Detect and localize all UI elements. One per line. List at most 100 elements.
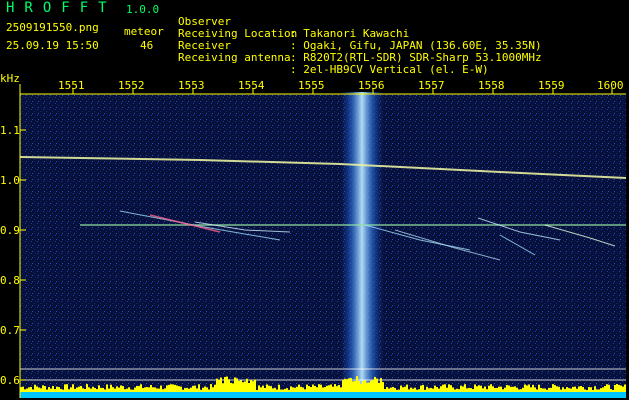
spectrum-bar	[64, 384, 66, 392]
spectrum-bar	[528, 384, 530, 392]
spectrum-bar	[542, 388, 544, 392]
spectrum-bar	[322, 387, 324, 392]
spectrum-bar	[440, 386, 442, 392]
spectrum-bar	[26, 388, 28, 392]
spectrum-bar	[292, 387, 294, 392]
x-tick: 1555	[298, 79, 325, 94]
spectrum-bar	[68, 389, 70, 392]
spectrum-bar	[506, 385, 508, 392]
spectrum-bar	[364, 380, 366, 392]
spectrum-bar	[228, 379, 230, 392]
spectrum-bar	[38, 387, 40, 392]
spectrum-bar	[352, 381, 354, 392]
spectrum-bar	[594, 386, 596, 392]
spectrum-bar	[298, 384, 300, 392]
spectrum-bar	[564, 389, 566, 392]
x-tick: 1553	[178, 79, 205, 94]
x-tick-label: 1555	[298, 79, 325, 92]
spectrum-bar	[460, 385, 462, 392]
spectrum-bar	[378, 382, 380, 392]
spectrum-bar	[300, 386, 302, 392]
spectrum-bar	[198, 384, 200, 392]
spectrum-bar	[338, 385, 340, 392]
spectrum-bar	[504, 387, 506, 392]
spectrum-bar	[414, 387, 416, 392]
spectrum-bar	[332, 386, 334, 392]
spectrum-bar	[390, 387, 392, 392]
spectrum-bar	[616, 384, 618, 392]
spectrum-bar	[186, 387, 188, 392]
spectrum-bar	[96, 389, 98, 392]
spectrum-bar	[102, 387, 104, 392]
spectrum-bar	[488, 385, 490, 392]
spectrum-bar	[62, 389, 64, 392]
spectrum-bar	[366, 382, 368, 392]
spectrum-bar	[52, 385, 54, 392]
spectrum-bar	[162, 389, 164, 392]
spectrum-bar	[592, 389, 594, 392]
spectrum-bar	[88, 387, 90, 392]
spectrum-bar	[308, 386, 310, 392]
spectrum-bar	[394, 388, 396, 392]
spectrum-bar	[510, 386, 512, 392]
spectrum-bar	[166, 385, 168, 392]
spectrum-bar	[316, 387, 318, 392]
spectrum-bar	[200, 389, 202, 392]
spectrum-bar	[112, 387, 114, 392]
spectrum-bar	[136, 385, 138, 392]
spectrum-bar	[100, 387, 102, 392]
x-tick-label: 1557	[418, 79, 445, 92]
spectrum-bar	[124, 389, 126, 392]
spectrum-bar	[32, 389, 34, 392]
spectrum-bar	[522, 387, 524, 392]
spectrum-bar	[420, 385, 422, 392]
spectrum-bar	[374, 376, 376, 392]
spectrum-bar	[574, 386, 576, 392]
spectrum-bar	[428, 388, 430, 392]
spectrum-bar	[92, 386, 94, 392]
spectrum-bar	[174, 384, 176, 392]
spectrum-bar	[24, 389, 26, 392]
spectrum-bar	[612, 389, 614, 392]
spectrum-bar	[340, 387, 342, 392]
x-tick-label: 1551	[58, 79, 85, 92]
spectrum-bar	[418, 389, 420, 392]
spectrum-bar	[258, 385, 260, 392]
spectrum-bar	[118, 387, 120, 392]
spectrum-bar	[252, 381, 254, 392]
spectrum-bar	[568, 388, 570, 392]
spectrum-bar	[214, 384, 216, 392]
x-tick: 1556	[358, 79, 385, 94]
spectrum-bar	[620, 385, 622, 392]
spectrum-bar	[584, 389, 586, 392]
spectrum-bar	[422, 384, 424, 392]
spectrum-bar	[548, 387, 550, 392]
waterfall-window: HROFFT 1.0.0 2509191550.png 25.09.19 15:…	[0, 0, 629, 400]
spectrum-bar	[132, 389, 134, 392]
spectrum-bar	[408, 389, 410, 392]
spectrum-bar	[56, 386, 58, 392]
spectrum-bar	[116, 386, 118, 392]
spectrum-bar	[324, 387, 326, 392]
spectrum-bar	[40, 388, 42, 392]
spectrum-bar	[84, 388, 86, 392]
spectrum-bar	[372, 379, 374, 392]
spectrum-bar	[472, 389, 474, 392]
x-tick: 1552	[118, 79, 145, 94]
spectrum-bar	[246, 378, 248, 392]
spectrum-bar	[502, 389, 504, 392]
spectrum-bar	[484, 386, 486, 392]
spectrum-bar	[458, 389, 460, 392]
spectrum-bar	[288, 389, 290, 392]
spectrum-bar	[30, 386, 32, 392]
spectrum-bar	[294, 387, 296, 392]
spectrum-bar	[86, 384, 88, 392]
spectrum-bar	[432, 388, 434, 392]
spectrum-bar	[572, 386, 574, 392]
spectrum-bar	[82, 388, 84, 392]
spectrum-bar	[170, 384, 172, 392]
spectrum-bar	[188, 388, 190, 392]
spectrum-bar	[284, 388, 286, 392]
spectrum-bar	[570, 388, 572, 392]
spectrum-bar	[518, 389, 520, 392]
